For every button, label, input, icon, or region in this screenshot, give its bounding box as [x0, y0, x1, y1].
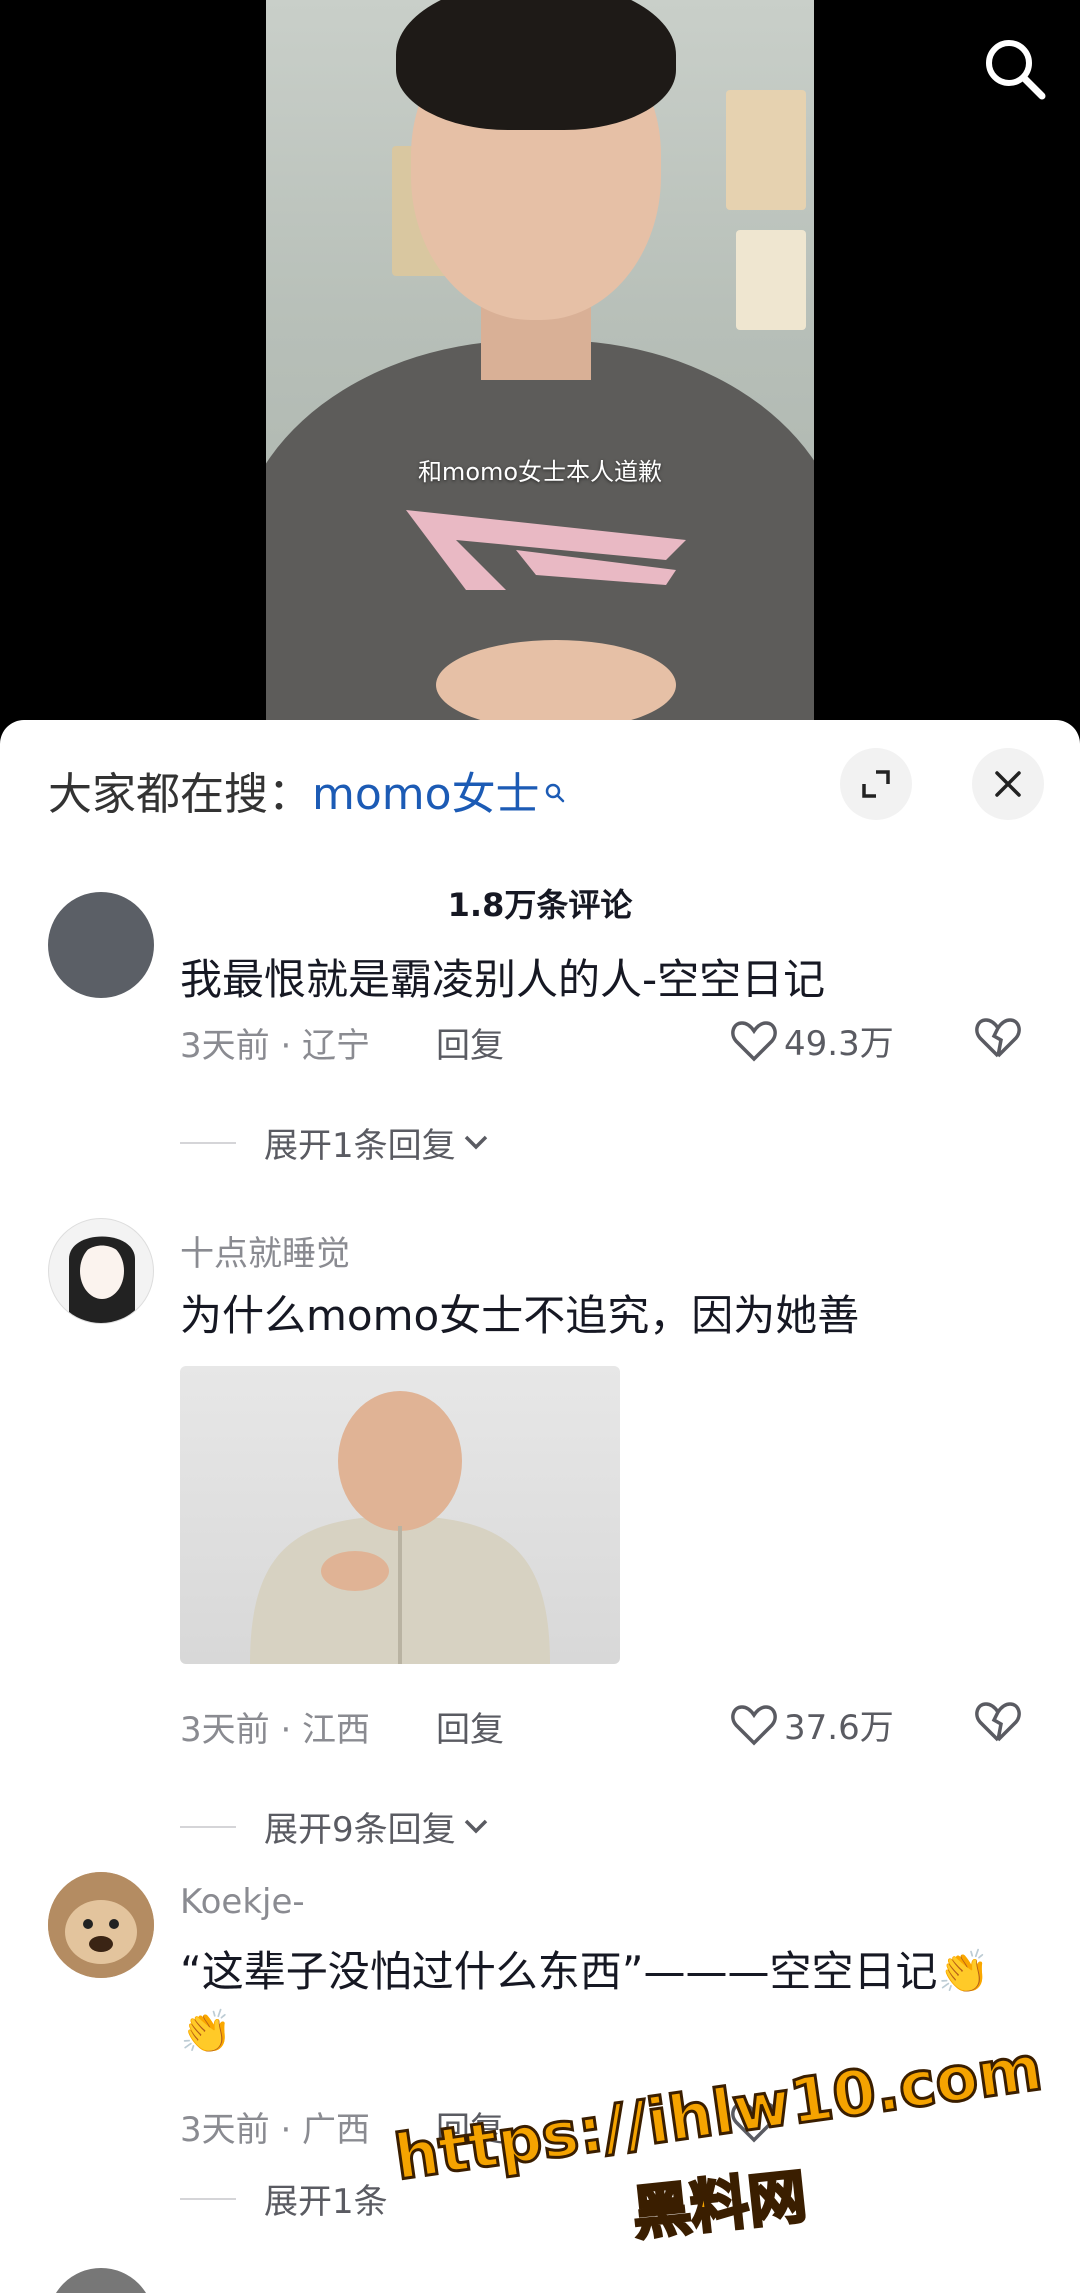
like-button[interactable]: 37.6万: [730, 1700, 894, 1749]
reply-button[interactable]: 回复: [436, 1018, 504, 1067]
video-frame[interactable]: [266, 0, 814, 730]
wall-poster: [726, 90, 806, 210]
close-button[interactable]: [972, 748, 1044, 820]
clap-emoji: 👏: [180, 2007, 233, 2056]
avatar[interactable]: [48, 892, 154, 998]
clap-emoji: 👏: [937, 1947, 990, 1996]
heart-icon: [731, 2102, 777, 2143]
dog-avatar-icon: [48, 1872, 154, 1978]
search-suggestion[interactable]: 大家都在搜：momo女士: [48, 758, 566, 822]
comment-meta: 3天前 · 辽宁: [180, 1026, 371, 1066]
expand-divider: [180, 2198, 236, 2200]
comment-image[interactable]: [180, 1366, 620, 1664]
wall-poster: [736, 230, 806, 330]
person-hands: [436, 640, 676, 730]
dislike-button[interactable]: [974, 1016, 1022, 1064]
reply-button[interactable]: 回复: [436, 1702, 504, 1751]
comment-text-line: “这辈子没怕过什么东西”———空空日记: [180, 1947, 938, 1996]
expand-replies-label: 展开1条: [264, 2182, 388, 2222]
like-count: 37.6万: [784, 1708, 894, 1748]
avatar[interactable]: [48, 2268, 154, 2293]
expand-replies[interactable]: 展开1条回复: [264, 1118, 490, 1167]
reply-button[interactable]: 回复: [436, 2102, 504, 2151]
person-hair: [396, 0, 676, 130]
search-icon: [986, 40, 1046, 100]
expand-icon: [862, 770, 890, 798]
suggestion-prefix: 大家都在搜：: [48, 769, 312, 820]
comment-text: 我最恨就是霸凌别人的人-空空日记: [180, 955, 826, 1004]
heart-icon: [731, 1704, 777, 1745]
dislike-button[interactable]: [974, 1700, 1022, 1748]
expand-replies-label: 展开1条回复: [264, 1126, 456, 1166]
expand-replies[interactable]: 展开9条回复: [264, 1802, 490, 1851]
comment-username[interactable]: 十点就睡觉: [180, 1226, 350, 1275]
broken-heart-icon: [975, 1018, 1021, 1058]
heart-icon: [731, 1020, 777, 1061]
comments-sheet: 大家都在搜：momo女士 1.8万条评论 我最恨就是霸凌别人的人-空空日记 3天…: [0, 720, 1080, 2293]
expand-button[interactable]: [840, 748, 912, 820]
avatar[interactable]: [48, 1218, 154, 1324]
like-button[interactable]: [730, 2100, 784, 2144]
close-icon: [995, 771, 1021, 797]
meme-person-image: [250, 1391, 550, 1664]
comment-count: 1.8万条评论: [447, 886, 633, 924]
shirt-logo: [406, 510, 686, 590]
like-count: 49.3万: [784, 1024, 894, 1064]
expand-divider: [180, 1826, 236, 1828]
suggestion-keyword[interactable]: momo女士: [312, 769, 540, 820]
comment-username[interactable]: Koekje-: [180, 1882, 305, 1922]
avatar[interactable]: [48, 1872, 154, 1978]
comment-text: 为什么momo女士不追究，因为她善: [180, 1291, 860, 1340]
expand-replies[interactable]: 展开1条: [264, 2174, 388, 2223]
expand-divider: [180, 1142, 236, 1144]
comment-text: “这辈子没怕过什么东西”———空空日记👏 👏: [180, 1942, 1040, 2062]
chevron-down-icon: [464, 1135, 487, 1149]
anime-girl-avatar-icon: [69, 1236, 135, 1323]
expand-replies-label: 展开9条回复: [264, 1810, 456, 1850]
broken-heart-icon: [975, 1702, 1021, 1742]
search-small-icon: [544, 764, 566, 815]
chevron-down-icon: [464, 1819, 487, 1833]
video-caption: 和momo女士本人道歉: [417, 458, 663, 486]
comment-meta: 3天前 · 江西: [180, 1710, 371, 1750]
like-button[interactable]: 49.3万: [730, 1016, 894, 1065]
video-player[interactable]: 和momo女士本人道歉: [0, 0, 1080, 760]
search-button[interactable]: [980, 34, 1050, 104]
comment-meta: 3天前 · 广西: [180, 2110, 371, 2150]
